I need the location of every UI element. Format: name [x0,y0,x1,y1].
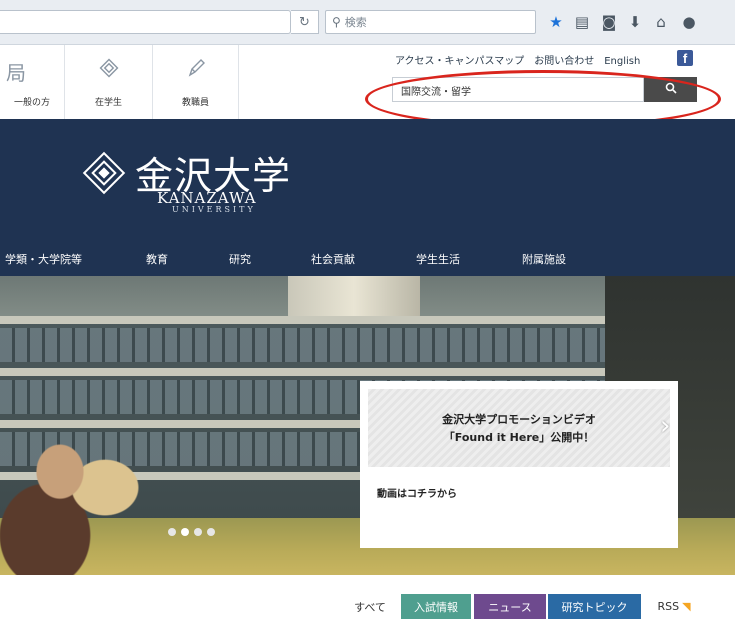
browser-search-placeholder: 検索 [344,16,367,29]
building-band [0,316,610,324]
hero-students [0,416,150,575]
gnav-faculties[interactable]: 学類・大学院等 [5,251,82,267]
slide-dot[interactable] [207,528,215,536]
download-icon[interactable]: ⬇ [625,12,645,32]
address-bar[interactable] [0,10,291,34]
diamond-icon [65,57,152,84]
gnav-research[interactable]: 研究 [229,251,251,267]
building-windows [0,328,610,362]
gnav-facilities[interactable]: 附属施設 [522,251,566,267]
slide-dot[interactable] [168,528,176,536]
gnav-social-contribution[interactable]: 社会貢献 [311,251,355,267]
utility-links[interactable]: アクセス・キャンパスマップ お問い合わせ English [395,52,640,67]
nav-students[interactable]: 在学生 [65,45,153,119]
bookmark-star-icon[interactable]: ★ [546,12,566,32]
building-band [0,368,610,376]
nav-staff[interactable]: 教職員 [153,45,239,119]
hero-tower [288,276,420,321]
promo-video-link[interactable]: 動画はコチラから [377,485,457,500]
pen-icon [153,57,238,84]
reload-icon: ↻ [299,14,310,30]
logo-english-sub: UNIVERSITY [172,205,256,214]
gnav-student-life[interactable]: 学生生活 [416,251,460,267]
browser-search-input[interactable]: ⚲ 検索 [325,10,536,34]
rss-icon: ◥ [682,600,691,613]
nav-label-students: 在学生 [94,98,122,108]
browser-toolbar: ↻ ⚲ 検索 ★ ▤ ◙ ⬇ ⌂ ● [0,0,735,45]
rss-label: RSS [657,600,680,613]
home-icon[interactable]: ⌂ [651,12,671,32]
tab-news[interactable]: ニュース [474,594,546,619]
tab-research-topics[interactable]: 研究トピック [548,594,641,619]
promo-card[interactable]: 金沢大学プロモーションビデオ 「Found it Here」公開中！ 動画はコチ… [360,381,678,548]
facebook-icon[interactable]: f [677,50,693,66]
building-icon: 局 [6,57,70,86]
tab-admissions[interactable]: 入試情報 [401,594,471,619]
rss-link[interactable]: RSS ◥ [648,594,700,619]
reading-list-icon[interactable]: ▤ [572,12,592,32]
news-tabs: すべて 入試情報 ニュース 研究トピック RSS ◥ [0,594,735,619]
promo-subtitle: 「Found it Here」公開中！ [443,431,595,444]
pocket-icon[interactable]: ◙ [599,12,619,32]
slide-dot[interactable] [194,528,202,536]
slide-dot-active[interactable] [181,528,189,536]
tab-all[interactable]: すべて [341,594,399,619]
promo-title: 金沢大学プロモーションビデオ [442,413,596,426]
nav-label-general: 一般の方 [13,98,50,108]
gnav-education[interactable]: 教育 [146,251,168,267]
university-emblem-icon [80,149,128,197]
magnifier-icon: ⚲ [332,15,341,29]
chevron-right-icon[interactable]: › [660,411,676,441]
nav-general-public[interactable]: 局 一般の方 [0,45,65,119]
promo-header: 金沢大学プロモーションビデオ 「Found it Here」公開中！ [368,389,670,467]
reload-button[interactable]: ↻ [291,10,319,34]
chat-icon[interactable]: ● [679,12,699,32]
site-banner: 金沢大学 KANAZAWA UNIVERSITY 学類・大学院等 教育 研究 社… [0,119,735,276]
nav-label-staff: 教職員 [181,98,209,108]
nav-partial-glyph: 局 [6,61,26,85]
